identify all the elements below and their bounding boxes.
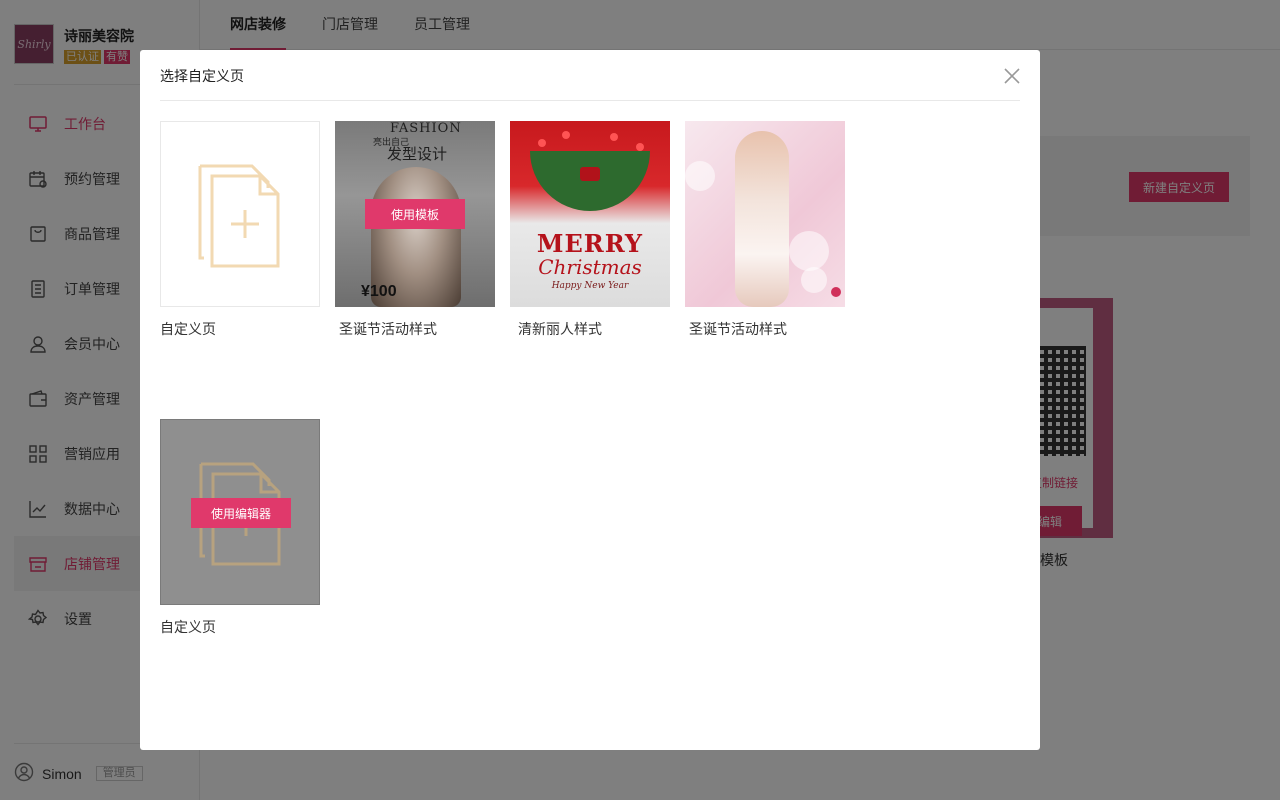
bow-graphic — [580, 167, 600, 181]
ornament — [538, 139, 546, 147]
template-blank[interactable]: 自定义页 — [160, 121, 320, 339]
template-label: 自定义页 — [160, 619, 216, 635]
rose-graphic — [831, 287, 841, 297]
bokeh — [801, 267, 827, 293]
thumb-text: MERRY — [536, 229, 644, 258]
thumb-text: 发型设计 — [387, 145, 448, 163]
modal-title: 选择自定义页 — [160, 68, 244, 84]
use-template-button[interactable]: 使用模板 — [365, 199, 465, 229]
add-page-icon — [198, 164, 280, 268]
template-thumbnail[interactable] — [685, 121, 845, 307]
select-custom-page-modal: 选择自定义页 自定义页 FASHION 亮出自己 发型设计 ¥100 使用模板 … — [140, 50, 1040, 750]
bokeh — [685, 161, 715, 191]
template-christmas[interactable]: MERRY Christmas Happy New Year 清新丽人样式 — [510, 121, 670, 339]
thumb-text: FASHION — [390, 121, 462, 136]
template-label: 圣诞节活动样式 — [339, 321, 437, 337]
template-fashion[interactable]: FASHION 亮出自己 发型设计 ¥100 使用模板 圣诞节活动样式 — [335, 121, 495, 339]
template-label: 清新丽人样式 — [518, 321, 602, 337]
use-editor-button[interactable]: 使用编辑器 — [191, 498, 291, 528]
close-icon[interactable] — [1000, 64, 1024, 88]
template-thumbnail[interactable]: MERRY Christmas Happy New Year — [510, 121, 670, 307]
template-thumbnail[interactable] — [160, 121, 320, 307]
garland-graphic — [530, 151, 650, 211]
template-pink[interactable]: 圣诞节活动样式 — [685, 121, 845, 339]
template-blank-editor[interactable]: 使用编辑器 自定义页 — [160, 419, 320, 637]
bokeh — [789, 231, 829, 271]
model-photo — [735, 131, 789, 307]
ornament — [562, 131, 570, 139]
thumb-text: Christmas — [538, 255, 642, 279]
modal-divider — [160, 100, 1020, 101]
template-label: 自定义页 — [160, 321, 216, 337]
thumb-text: Happy New Year — [551, 281, 629, 291]
ornament — [636, 143, 644, 151]
thumb-price: ¥100 — [361, 283, 397, 300]
template-thumbnail[interactable]: FASHION 亮出自己 发型设计 ¥100 使用模板 — [335, 121, 495, 307]
ornament — [610, 133, 618, 141]
template-thumbnail[interactable]: 使用编辑器 — [160, 419, 320, 605]
template-label: 圣诞节活动样式 — [689, 321, 787, 337]
